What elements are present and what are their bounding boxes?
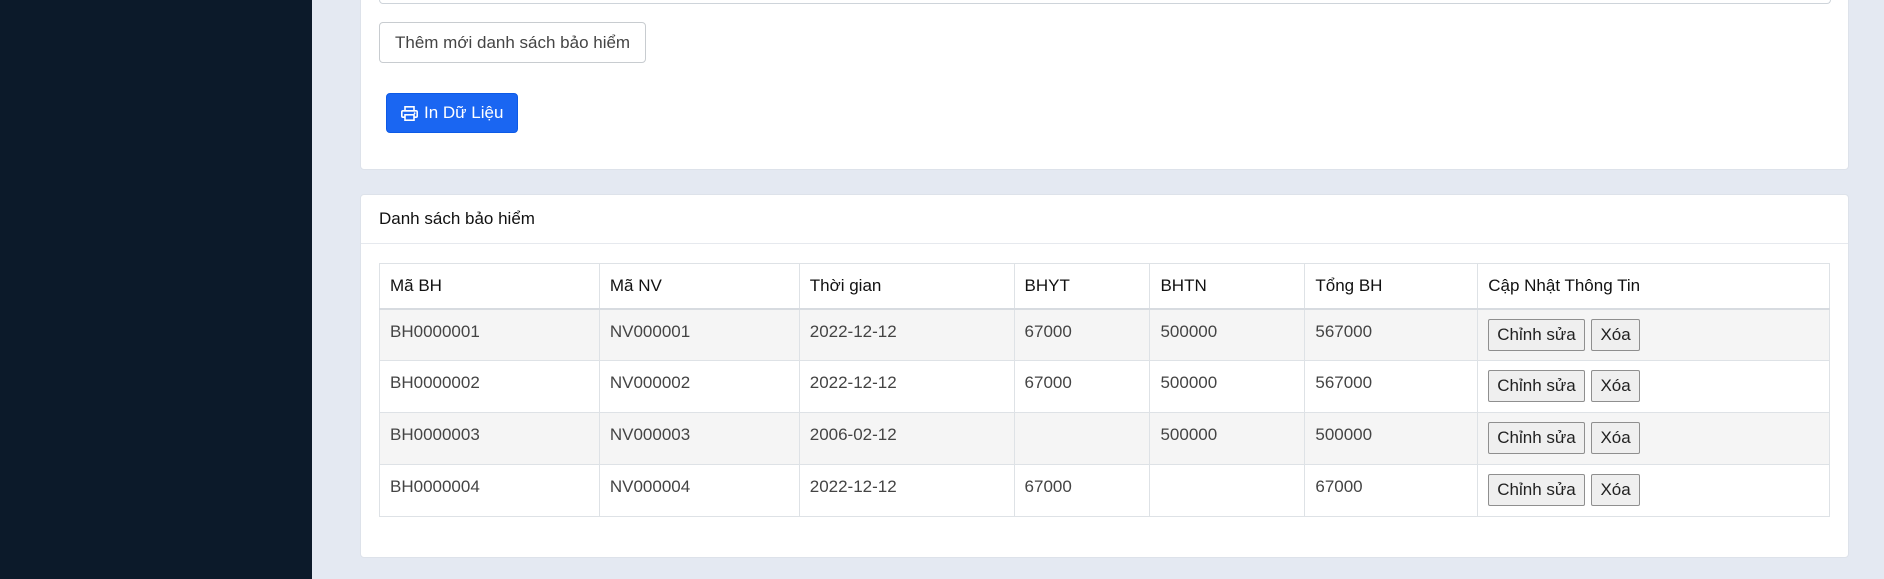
cell-tong-bh: 500000	[1304, 412, 1479, 465]
column-header-bhtn: BHTN	[1149, 263, 1306, 310]
table-header-row: Mã BH Mã NV Thời gian BHYT BHTN Tổng BH …	[379, 263, 1830, 310]
edit-button[interactable]: Chỉnh sửa	[1488, 422, 1585, 454]
cell-actions: Chỉnh sửa Xóa	[1477, 464, 1830, 517]
cell-thoi-gian: 2006-02-12	[798, 412, 1015, 465]
cell-bhyt: 67000	[1013, 464, 1151, 517]
edit-button[interactable]: Chỉnh sửa	[1488, 318, 1585, 351]
cell-actions: Chỉnh sửa Xóa	[1477, 308, 1830, 361]
cell-bhtn: 500000	[1149, 412, 1306, 465]
delete-button[interactable]: Xóa	[1591, 318, 1640, 351]
main-content: Thêm mới danh sách bảo hiểm In Dữ Liệu D…	[312, 0, 1884, 579]
sidebar	[0, 0, 312, 579]
insurance-table-wrapper: Mã BH Mã NV Thời gian BHYT BHTN Tổng BH …	[379, 263, 1830, 517]
column-header-tong-bh: Tổng BH	[1304, 263, 1479, 310]
cell-ma-nv: NV000003	[598, 412, 800, 465]
cell-thoi-gian: 2022-12-12	[798, 308, 1015, 361]
insurance-table: Mã BH Mã NV Thời gian BHYT BHTN Tổng BH …	[379, 263, 1830, 517]
cell-ma-bh: BH0000004	[379, 464, 600, 517]
delete-button[interactable]: Xóa	[1591, 474, 1640, 506]
table-row: BH0000003 NV000003 2006-02-12 500000 500…	[379, 412, 1830, 465]
cell-bhyt	[1013, 412, 1151, 465]
insurance-list-card: Danh sách bảo hiểm Mã BH Mã NV Thời gian…	[360, 194, 1849, 558]
cell-actions: Chỉnh sửa Xóa	[1477, 412, 1830, 465]
table-row: BH0000002 NV000002 2022-12-12 67000 5000…	[379, 360, 1830, 413]
cell-bhtn	[1149, 464, 1306, 517]
print-icon	[401, 105, 418, 121]
insurance-actions-card: Thêm mới danh sách bảo hiểm In Dữ Liệu	[360, 0, 1849, 170]
cell-thoi-gian: 2022-12-12	[798, 360, 1015, 413]
cell-tong-bh: 67000	[1304, 464, 1479, 517]
edit-button[interactable]: Chỉnh sửa	[1488, 474, 1585, 506]
cell-bhtn: 500000	[1149, 308, 1306, 361]
column-header-thoi-gian: Thời gian	[798, 263, 1015, 310]
cell-bhyt: 67000	[1013, 308, 1151, 361]
column-header-ma-nv: Mã NV	[598, 263, 800, 310]
delete-button[interactable]: Xóa	[1591, 370, 1640, 402]
cell-bhtn: 500000	[1149, 360, 1306, 413]
cell-bhyt: 67000	[1013, 360, 1151, 413]
cell-ma-bh: BH0000001	[379, 308, 600, 361]
column-header-bhyt: BHYT	[1013, 263, 1151, 310]
cell-ma-nv: NV000001	[598, 308, 800, 361]
column-header-update: Cập Nhật Thông Tin	[1477, 263, 1830, 310]
cell-actions: Chỉnh sửa Xóa	[1477, 360, 1830, 413]
add-insurance-list-button[interactable]: Thêm mới danh sách bảo hiểm	[379, 22, 647, 63]
cell-ma-bh: BH0000003	[379, 412, 600, 465]
delete-button[interactable]: Xóa	[1591, 422, 1640, 454]
print-data-button[interactable]: In Dữ Liệu	[386, 93, 519, 133]
table-row: BH0000001 NV000001 2022-12-12 67000 5000…	[379, 308, 1830, 361]
column-header-ma-bh: Mã BH	[379, 263, 600, 310]
cell-tong-bh: 567000	[1304, 360, 1479, 413]
cell-ma-nv: NV000002	[598, 360, 800, 413]
cell-ma-nv: NV000004	[598, 464, 800, 517]
insurance-list-title: Danh sách bảo hiểm	[361, 195, 1848, 244]
edit-button[interactable]: Chỉnh sửa	[1488, 370, 1585, 402]
print-button-label: In Dữ Liệu	[424, 103, 504, 122]
top-input-field-edge[interactable]	[379, 0, 1831, 4]
cell-thoi-gian: 2022-12-12	[798, 464, 1015, 517]
cell-tong-bh: 567000	[1304, 308, 1479, 361]
cell-ma-bh: BH0000002	[379, 360, 600, 413]
table-row: BH0000004 NV000004 2022-12-12 67000 6700…	[379, 464, 1830, 517]
